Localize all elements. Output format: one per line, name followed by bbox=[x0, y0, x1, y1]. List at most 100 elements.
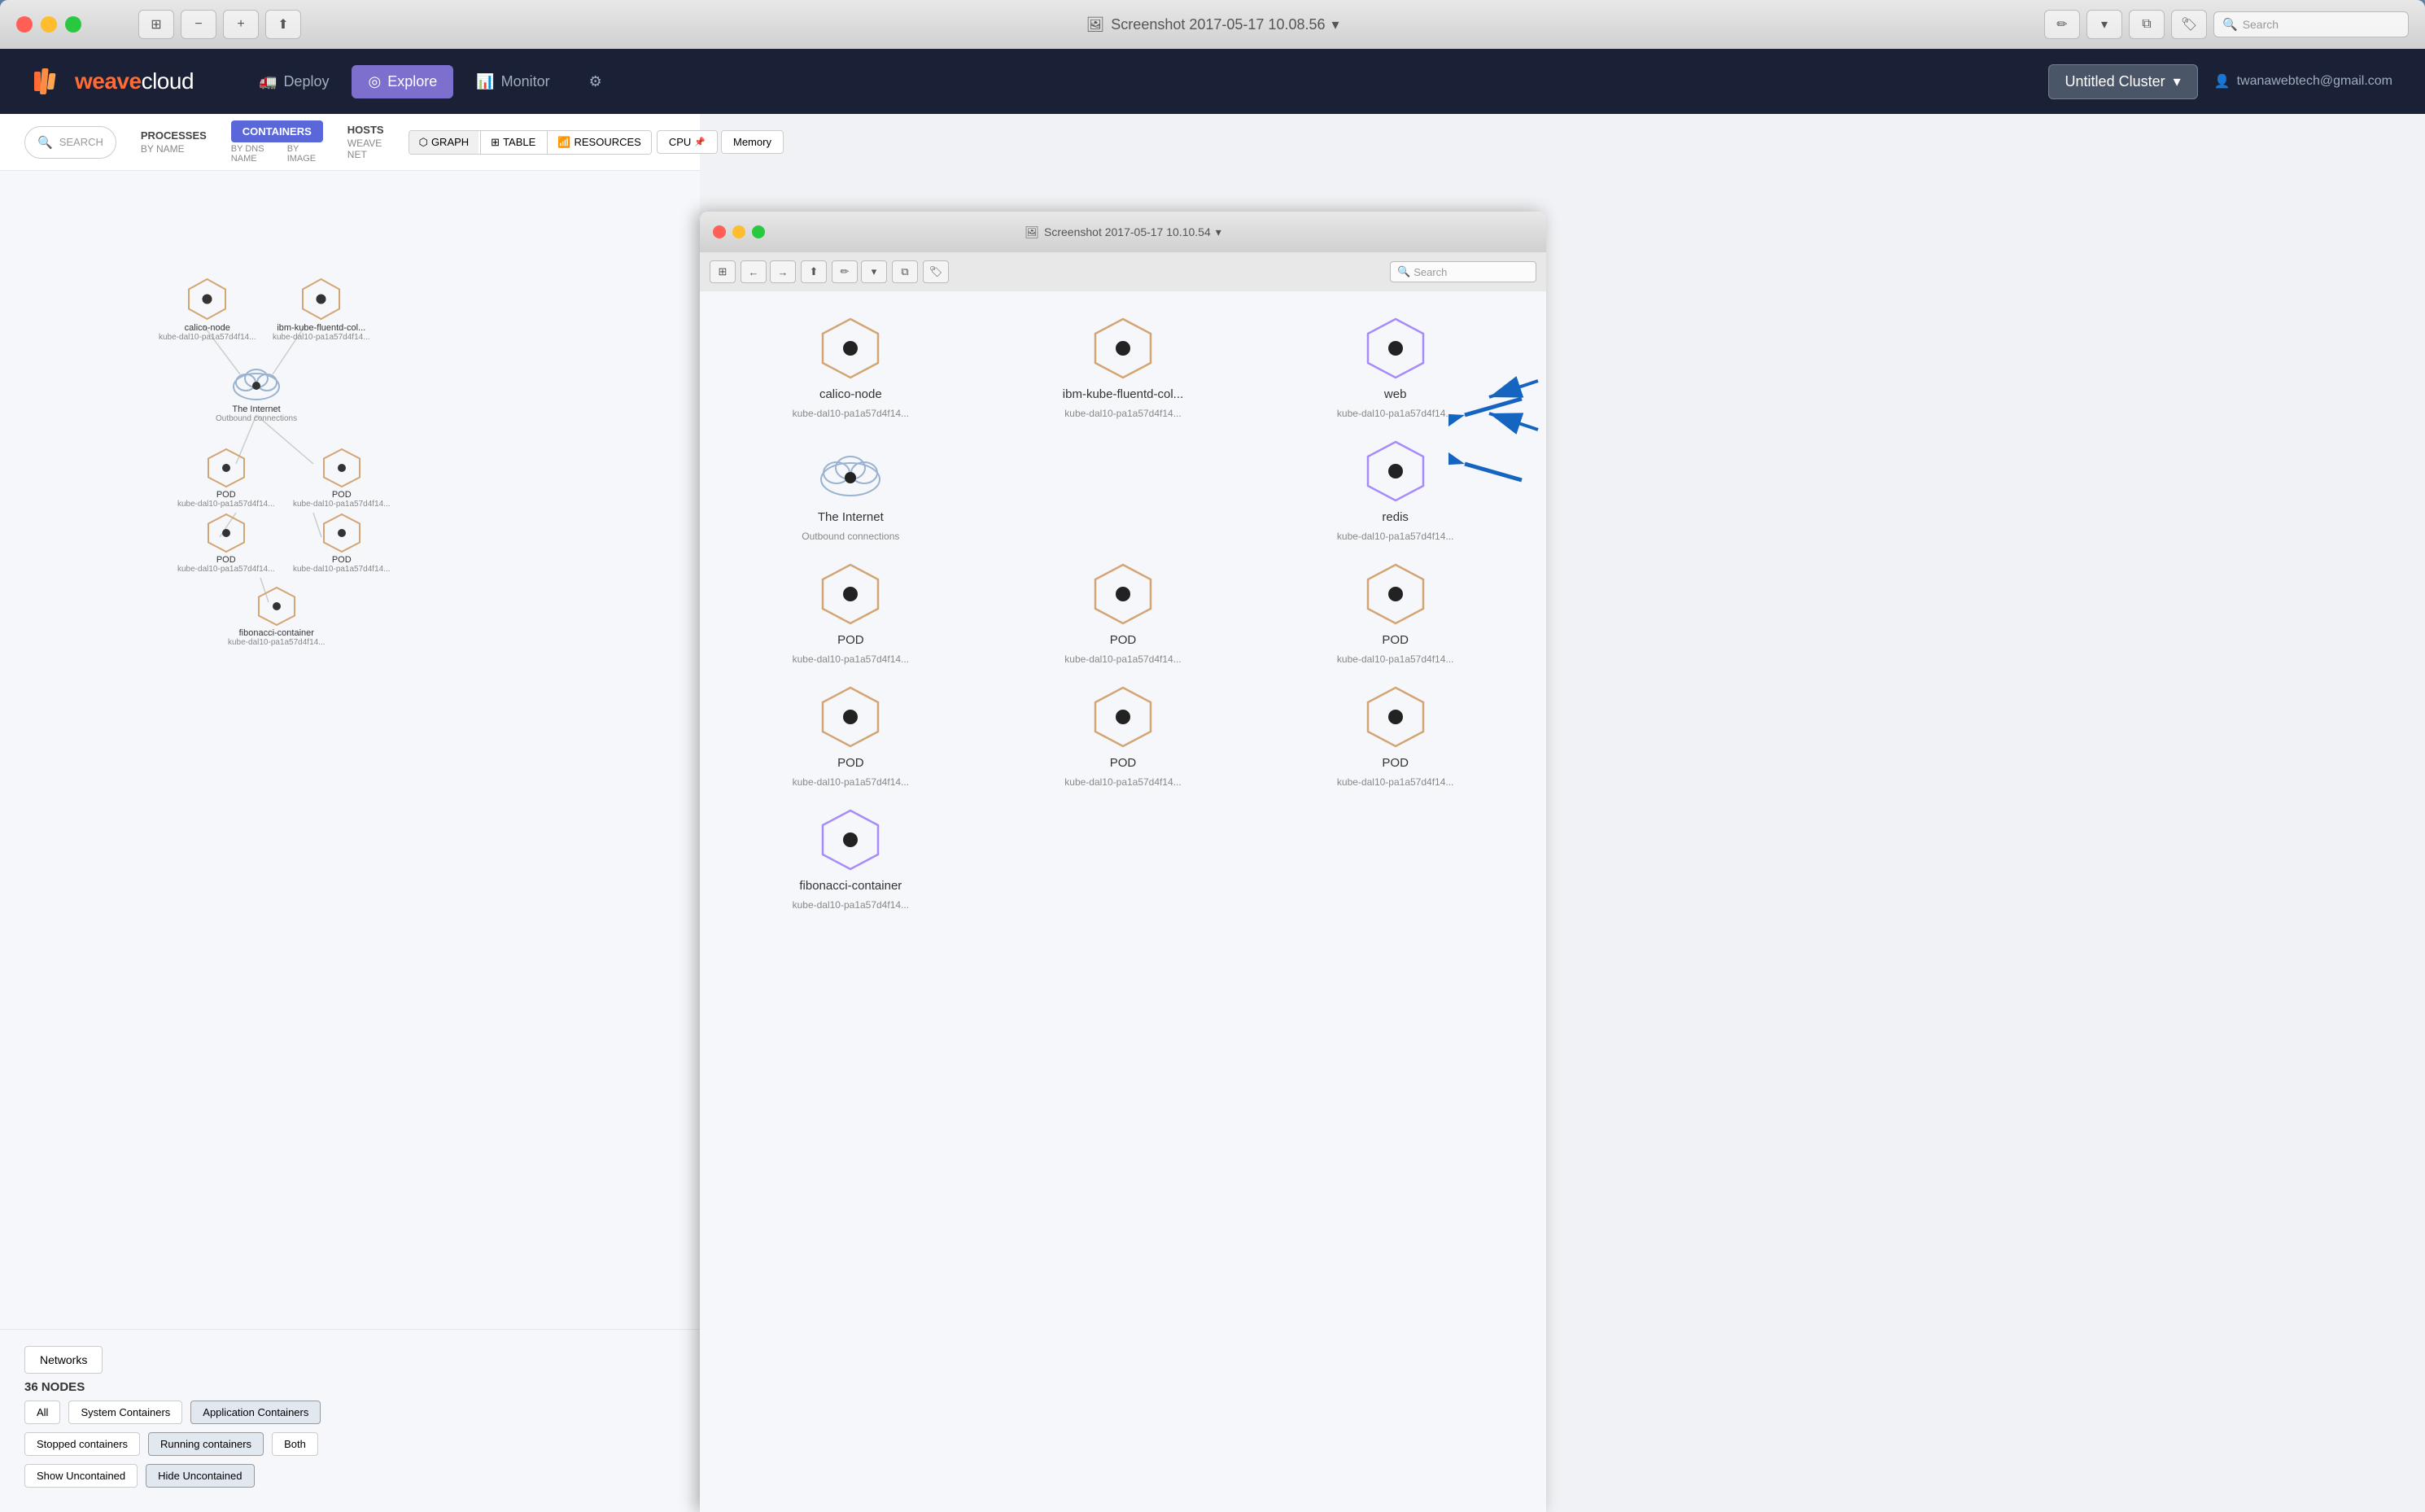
grid-node-pod6[interactable]: POD kube-dal10-pa1a57d4f14... bbox=[997, 562, 1250, 665]
doc-icon: 🖼 bbox=[1086, 16, 1104, 33]
processes-group: PROCESSES BY NAME bbox=[141, 129, 207, 155]
arrow-svg bbox=[1481, 365, 1546, 462]
grid-node-fibonacci2[interactable]: fibonacci-container kube-dal10-pa1a57d4f… bbox=[724, 807, 977, 911]
metric-tabs: CPU 📌 Memory bbox=[657, 130, 784, 154]
nav-monitor[interactable]: 📊 Monitor bbox=[460, 65, 566, 98]
nav-right: Untitled Cluster ▾ 👤 twanawebtech@gmail.… bbox=[2048, 64, 2392, 99]
tag-button[interactable]: 🏷 bbox=[2171, 10, 2207, 39]
outer-minimize-button[interactable] bbox=[41, 16, 57, 33]
filter-system-containers-button[interactable]: System Containers bbox=[68, 1401, 182, 1424]
cluster-selector[interactable]: Untitled Cluster ▾ bbox=[2048, 64, 2198, 99]
nav-deploy[interactable]: 🚛 Deploy bbox=[242, 65, 345, 98]
stopped-containers-button[interactable]: Stopped containers bbox=[24, 1432, 140, 1456]
grid-node-pod9[interactable]: POD kube-dal10-pa1a57d4f14... bbox=[997, 684, 1250, 788]
second-doc-icon: 🖼 bbox=[1025, 225, 1039, 239]
hex-pod6 bbox=[1090, 562, 1156, 627]
view-toolbar: 🔍 SEARCH PROCESSES BY NAME CONTAINERS BY… bbox=[0, 114, 700, 171]
outer-close-button[interactable] bbox=[16, 16, 33, 33]
memory-tab[interactable]: Memory bbox=[721, 130, 784, 154]
second-edit-dropdown[interactable]: ▾ bbox=[861, 260, 887, 283]
search-box[interactable]: 🔍 SEARCH bbox=[24, 126, 116, 159]
outer-window-title: 🖼 Screenshot 2017-05-17 10.08.56 ▾ bbox=[1086, 16, 1339, 33]
edit-button[interactable]: ✏ bbox=[2044, 10, 2080, 39]
view-mode-group: ⬡ GRAPH ⊞ TABLE 📶 RESOURCES bbox=[409, 130, 652, 155]
node-internet[interactable]: The Internet Outbound connections bbox=[216, 358, 297, 423]
second-window-titlebar: 🖼 Screenshot 2017-05-17 10.10.54 ▾ bbox=[700, 212, 1546, 252]
node-pod3[interactable]: POD kube-dal10-pa1a57d4f14... bbox=[177, 513, 275, 574]
second-close-button[interactable] bbox=[713, 225, 726, 238]
both-button[interactable]: Both bbox=[272, 1432, 318, 1456]
hosts-group: HOSTS WEAVE NET bbox=[347, 124, 384, 160]
second-grid: calico-node kube-dal10-pa1a57d4f14... ib… bbox=[724, 316, 1522, 911]
hide-uncontained-button[interactable]: Hide Uncontained bbox=[146, 1464, 254, 1488]
cpu-tab[interactable]: CPU 📌 bbox=[657, 130, 718, 154]
table-view-button[interactable]: ⊞ TABLE bbox=[480, 131, 545, 154]
app-logo: weavecloud bbox=[33, 65, 194, 98]
graph-view-button[interactable]: ⬡ GRAPH bbox=[409, 131, 479, 154]
zoom-out-button[interactable]: − bbox=[181, 10, 216, 39]
grid-view-button[interactable]: ⊞ bbox=[138, 10, 174, 39]
outer-maximize-button[interactable] bbox=[65, 16, 81, 33]
containers-tab[interactable]: CONTAINERS bbox=[231, 120, 323, 142]
grid-node-pod7[interactable]: POD kube-dal10-pa1a57d4f14... bbox=[1269, 562, 1522, 665]
second-back-button[interactable]: ← bbox=[741, 260, 767, 283]
search-icon: 🔍 bbox=[2222, 17, 2238, 32]
networks-button[interactable]: Networks bbox=[24, 1346, 103, 1374]
second-search-box[interactable]: 🔍 Search bbox=[1390, 261, 1536, 282]
grid-node-pod5[interactable]: POD kube-dal10-pa1a57d4f14... bbox=[724, 562, 977, 665]
second-traffic-lights bbox=[713, 225, 765, 238]
node-calico[interactable]: calico-node kube-dal10-pa1a57d4f14... bbox=[159, 277, 256, 342]
bottom-controls: Networks 36 NODES All System Containers … bbox=[0, 1329, 700, 1512]
second-edit-button[interactable]: ✏ bbox=[832, 260, 858, 283]
app-navbar: weavecloud 🚛 Deploy ◎ Explore 📊 Monitor … bbox=[0, 49, 2425, 114]
node-ibm-fluentd[interactable]: ibm-kube-fluentd-col... kube-dal10-pa1a5… bbox=[273, 277, 370, 342]
second-minimize-button[interactable] bbox=[732, 225, 745, 238]
zoom-in-button[interactable]: + bbox=[223, 10, 259, 39]
hex-shape-pod3 bbox=[206, 513, 247, 553]
hex-pod10 bbox=[1363, 684, 1428, 749]
second-share-button[interactable]: ⬆ bbox=[801, 260, 827, 283]
second-maximize-button[interactable] bbox=[752, 225, 765, 238]
second-tag-button[interactable]: 🏷 bbox=[923, 260, 949, 283]
show-uncontained-button[interactable]: Show Uncontained bbox=[24, 1464, 138, 1488]
second-grid-button[interactable]: ⊞ bbox=[710, 260, 736, 283]
node-fibonacci[interactable]: fibonacci-container kube-dal10-pa1a57d4f… bbox=[228, 586, 326, 647]
hex-pod8 bbox=[818, 684, 883, 749]
hex-pod9 bbox=[1090, 684, 1156, 749]
cloud-shape-internet bbox=[228, 358, 285, 403]
hex-ibm bbox=[1090, 316, 1156, 381]
hex-fibonacci2 bbox=[818, 807, 883, 872]
grid-node-pod8[interactable]: POD kube-dal10-pa1a57d4f14... bbox=[724, 684, 977, 788]
duplicate-button[interactable]: ⧉ bbox=[2129, 10, 2165, 39]
hex-pod5 bbox=[818, 562, 883, 627]
nav-explore[interactable]: ◎ Explore bbox=[352, 65, 453, 98]
arrows bbox=[1481, 365, 1546, 466]
resources-view-button[interactable]: 📶 RESOURCES bbox=[547, 131, 651, 154]
cluster-dropdown-icon: ▾ bbox=[2174, 73, 2181, 90]
grid-node-internet[interactable]: The Internet Outbound connections bbox=[724, 439, 977, 542]
filter-app-containers-button[interactable]: Application Containers bbox=[190, 1401, 321, 1424]
grid-node-calico[interactable]: calico-node kube-dal10-pa1a57d4f14... bbox=[724, 316, 977, 419]
grid-node-ibm-fluentd[interactable]: ibm-kube-fluentd-col... kube-dal10-pa1a5… bbox=[997, 316, 1250, 419]
grid-node-pod10[interactable]: POD kube-dal10-pa1a57d4f14... bbox=[1269, 684, 1522, 788]
user-icon: 👤 bbox=[2214, 73, 2231, 90]
hex-calico bbox=[818, 316, 883, 381]
nav-settings[interactable]: ⚙ bbox=[573, 65, 618, 98]
running-containers-button[interactable]: Running containers bbox=[148, 1432, 264, 1456]
filter-all-button[interactable]: All bbox=[24, 1401, 60, 1424]
node-pod4[interactable]: POD kube-dal10-pa1a57d4f14... bbox=[293, 513, 391, 574]
hex-web bbox=[1363, 316, 1428, 381]
node-pod1[interactable]: POD kube-dal10-pa1a57d4f14... bbox=[177, 448, 275, 509]
hex-shape-ibm bbox=[299, 277, 343, 321]
logo-icon bbox=[33, 65, 65, 98]
second-search-icon: 🔍 bbox=[1397, 265, 1410, 278]
second-forward-button[interactable]: → bbox=[770, 260, 796, 283]
second-edit-buttons: ✏ ▾ bbox=[832, 260, 887, 283]
second-duplicate-button[interactable]: ⧉ bbox=[892, 260, 918, 283]
table-icon: ⊞ bbox=[491, 136, 500, 149]
outer-search-box[interactable]: 🔍 Search bbox=[2213, 11, 2409, 37]
hex-shape-pod4 bbox=[321, 513, 362, 553]
edit-dropdown-button[interactable]: ▾ bbox=[2086, 10, 2122, 39]
share-button[interactable]: ⬆ bbox=[265, 10, 301, 39]
node-pod2[interactable]: POD kube-dal10-pa1a57d4f14... bbox=[293, 448, 391, 509]
